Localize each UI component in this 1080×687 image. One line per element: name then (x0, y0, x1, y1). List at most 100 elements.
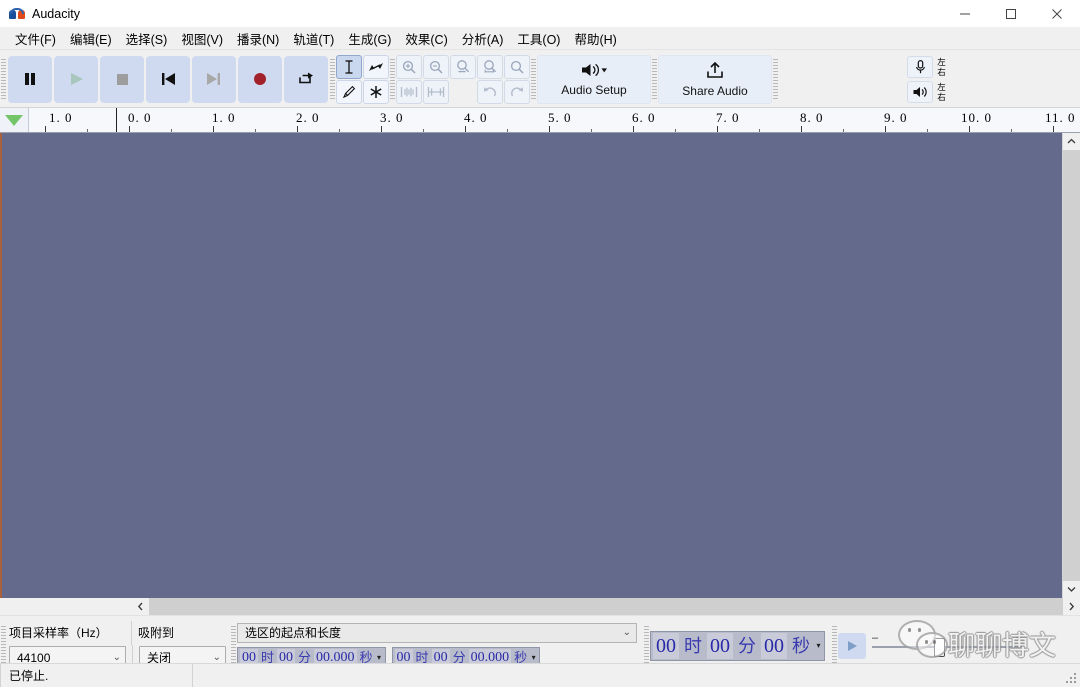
menu-analyze[interactable]: 分析(A) (455, 27, 511, 50)
pinned-play-head-button[interactable] (0, 108, 29, 132)
ruler-label: 8. 0 (800, 110, 824, 125)
zoom-in-button[interactable] (396, 54, 422, 79)
zoom-out-button[interactable] (423, 54, 449, 79)
scroll-left-button[interactable] (132, 598, 149, 615)
edit-toolbar-spacer (450, 79, 476, 104)
ruler-label: 3. 0 (380, 110, 404, 125)
ruler-label: 9. 0 (884, 110, 908, 125)
horizontal-scroll-track[interactable] (149, 598, 1063, 615)
silence-audio-button[interactable] (423, 79, 449, 104)
play-button[interactable] (54, 55, 98, 103)
menu-edit[interactable]: 编辑(E) (63, 27, 119, 50)
tools-toolbar-grip[interactable] (329, 51, 336, 107)
chevron-down-icon: ⌄ (622, 627, 631, 638)
scroll-down-button[interactable] (1063, 581, 1080, 598)
audio-setup-button[interactable]: Audio Setup (537, 54, 651, 104)
meter-toolbar-grip[interactable] (772, 51, 779, 107)
play-at-speed-button[interactable] (838, 632, 866, 659)
audio-setup-toolbar-grip[interactable] (530, 51, 537, 107)
playback-speed-slider[interactable]: – + (872, 631, 1022, 659)
selection-tool[interactable] (336, 54, 362, 79)
channel-right-label: 右 (937, 66, 946, 77)
speaker-icon[interactable] (907, 80, 933, 103)
ruler-label: 1. 0 (49, 110, 73, 125)
window-resize-grip[interactable] (1066, 673, 1078, 685)
playback-meter[interactable]: 左 右 -54 -48 -42 -36 -30 -24 -18 -12 -6 0 (907, 80, 948, 103)
audio-position-hours[interactable]: 00 (653, 632, 679, 659)
chevron-down-icon[interactable]: ▾ (375, 653, 384, 662)
recording-meter-channel-labels: 左 右 (935, 56, 948, 78)
track-panel[interactable] (0, 133, 1080, 598)
loop-button[interactable] (284, 55, 328, 103)
chevron-down-icon[interactable]: ▾ (529, 653, 538, 662)
status-bar: 已停止. (0, 663, 1080, 687)
zoom-toggle-button[interactable] (504, 54, 530, 79)
minimize-button[interactable] (942, 0, 988, 27)
redo-button[interactable] (504, 79, 530, 104)
audio-position-seconds[interactable]: 00 (761, 632, 787, 659)
multi-tool[interactable] (363, 79, 389, 104)
seconds-unit-label: 秒 (792, 635, 810, 656)
trim-audio-button[interactable] (396, 79, 422, 104)
speed-slider-knob[interactable] (934, 637, 945, 657)
minutes-unit-label: 分 (738, 635, 756, 656)
menu-transport[interactable]: 播录(N) (230, 27, 286, 50)
horizontal-scrollbar[interactable] (0, 598, 1080, 615)
audio-position-minutes[interactable]: 00 (707, 632, 733, 659)
speaker-icon (579, 61, 609, 82)
envelope-tool[interactable] (363, 54, 389, 79)
draw-tool[interactable] (336, 79, 362, 104)
audio-setup-toolbar: Audio Setup (537, 51, 651, 107)
share-audio-toolbar-grip[interactable] (651, 51, 658, 107)
meter-toolbars: 左 右 -54 -48 -42 -36 -30 -24 -18 -12 -6 0 (779, 51, 1080, 107)
stop-button[interactable] (100, 55, 144, 103)
edit-toolbar-grip[interactable] (389, 51, 396, 107)
menu-tracks[interactable]: 轨道(T) (286, 27, 341, 50)
ruler-label: 5. 0 (548, 110, 572, 125)
chevron-down-icon: ⌄ (112, 652, 121, 663)
fit-selection-button[interactable] (450, 54, 476, 79)
snap-to-label: 吸附到 (138, 626, 175, 640)
menu-select[interactable]: 选择(S) (119, 27, 175, 50)
recording-meter[interactable]: 左 右 -54 -48 -42 -36 -30 -24 -18 -12 -6 0 (907, 55, 948, 78)
vertical-scrollbar[interactable] (1062, 133, 1080, 598)
fit-project-button[interactable] (477, 54, 503, 79)
transport-toolbar (7, 51, 329, 107)
menu-file[interactable]: 文件(F) (8, 27, 63, 50)
skip-to-start-button[interactable] (146, 55, 190, 103)
skip-to-end-button[interactable] (192, 55, 236, 103)
scroll-right-button[interactable] (1063, 598, 1080, 615)
ruler-label: 10. 0 (961, 110, 992, 125)
audio-position-time[interactable]: 00 时 00 分 00 秒 ▾ (650, 630, 825, 661)
scroll-up-button[interactable] (1063, 133, 1080, 150)
channel-left-label: 左 (937, 81, 946, 92)
menu-generate[interactable]: 生成(G) (341, 27, 398, 50)
window-controls (942, 0, 1080, 27)
timeline-ruler-row: 1. 0 0. 0 1. 0 2. 0 3. 0 4. 0 5. 0 6. 0 … (0, 108, 1080, 133)
ruler-label: 6. 0 (632, 110, 656, 125)
menu-effect[interactable]: 效果(C) (398, 27, 454, 50)
menu-tools[interactable]: 工具(O) (510, 27, 567, 50)
timeline-ruler[interactable]: 1. 0 0. 0 1. 0 2. 0 3. 0 4. 0 5. 0 6. 0 … (29, 108, 1080, 132)
share-audio-button[interactable]: Share Audio (658, 54, 772, 104)
playback-meter-channel-labels: 左 右 (935, 81, 948, 103)
chevron-down-icon: ⌄ (212, 652, 221, 663)
close-button[interactable] (1034, 0, 1080, 27)
undo-button[interactable] (477, 79, 503, 104)
speed-minus-label: – (872, 631, 879, 644)
record-button[interactable] (238, 55, 282, 103)
transport-toolbar-grip[interactable] (0, 51, 7, 107)
chevron-down-icon[interactable]: ▾ (814, 641, 823, 650)
status-message: 已停止. (9, 669, 49, 683)
maximize-button[interactable] (988, 0, 1034, 27)
pause-button[interactable] (8, 55, 52, 103)
tools-toolbar (336, 51, 389, 107)
upload-icon (704, 61, 726, 83)
selection-mode-select[interactable]: 选区的起点和长度 ⌄ (237, 622, 637, 643)
menu-view[interactable]: 视图(V) (174, 27, 230, 50)
vertical-scroll-track[interactable] (1063, 150, 1080, 581)
menu-help[interactable]: 帮助(H) (567, 27, 623, 50)
project-rate-label: 项目采样率（Hz） (9, 626, 108, 640)
ruler-label: 4. 0 (464, 110, 488, 125)
microphone-icon[interactable] (907, 55, 933, 78)
